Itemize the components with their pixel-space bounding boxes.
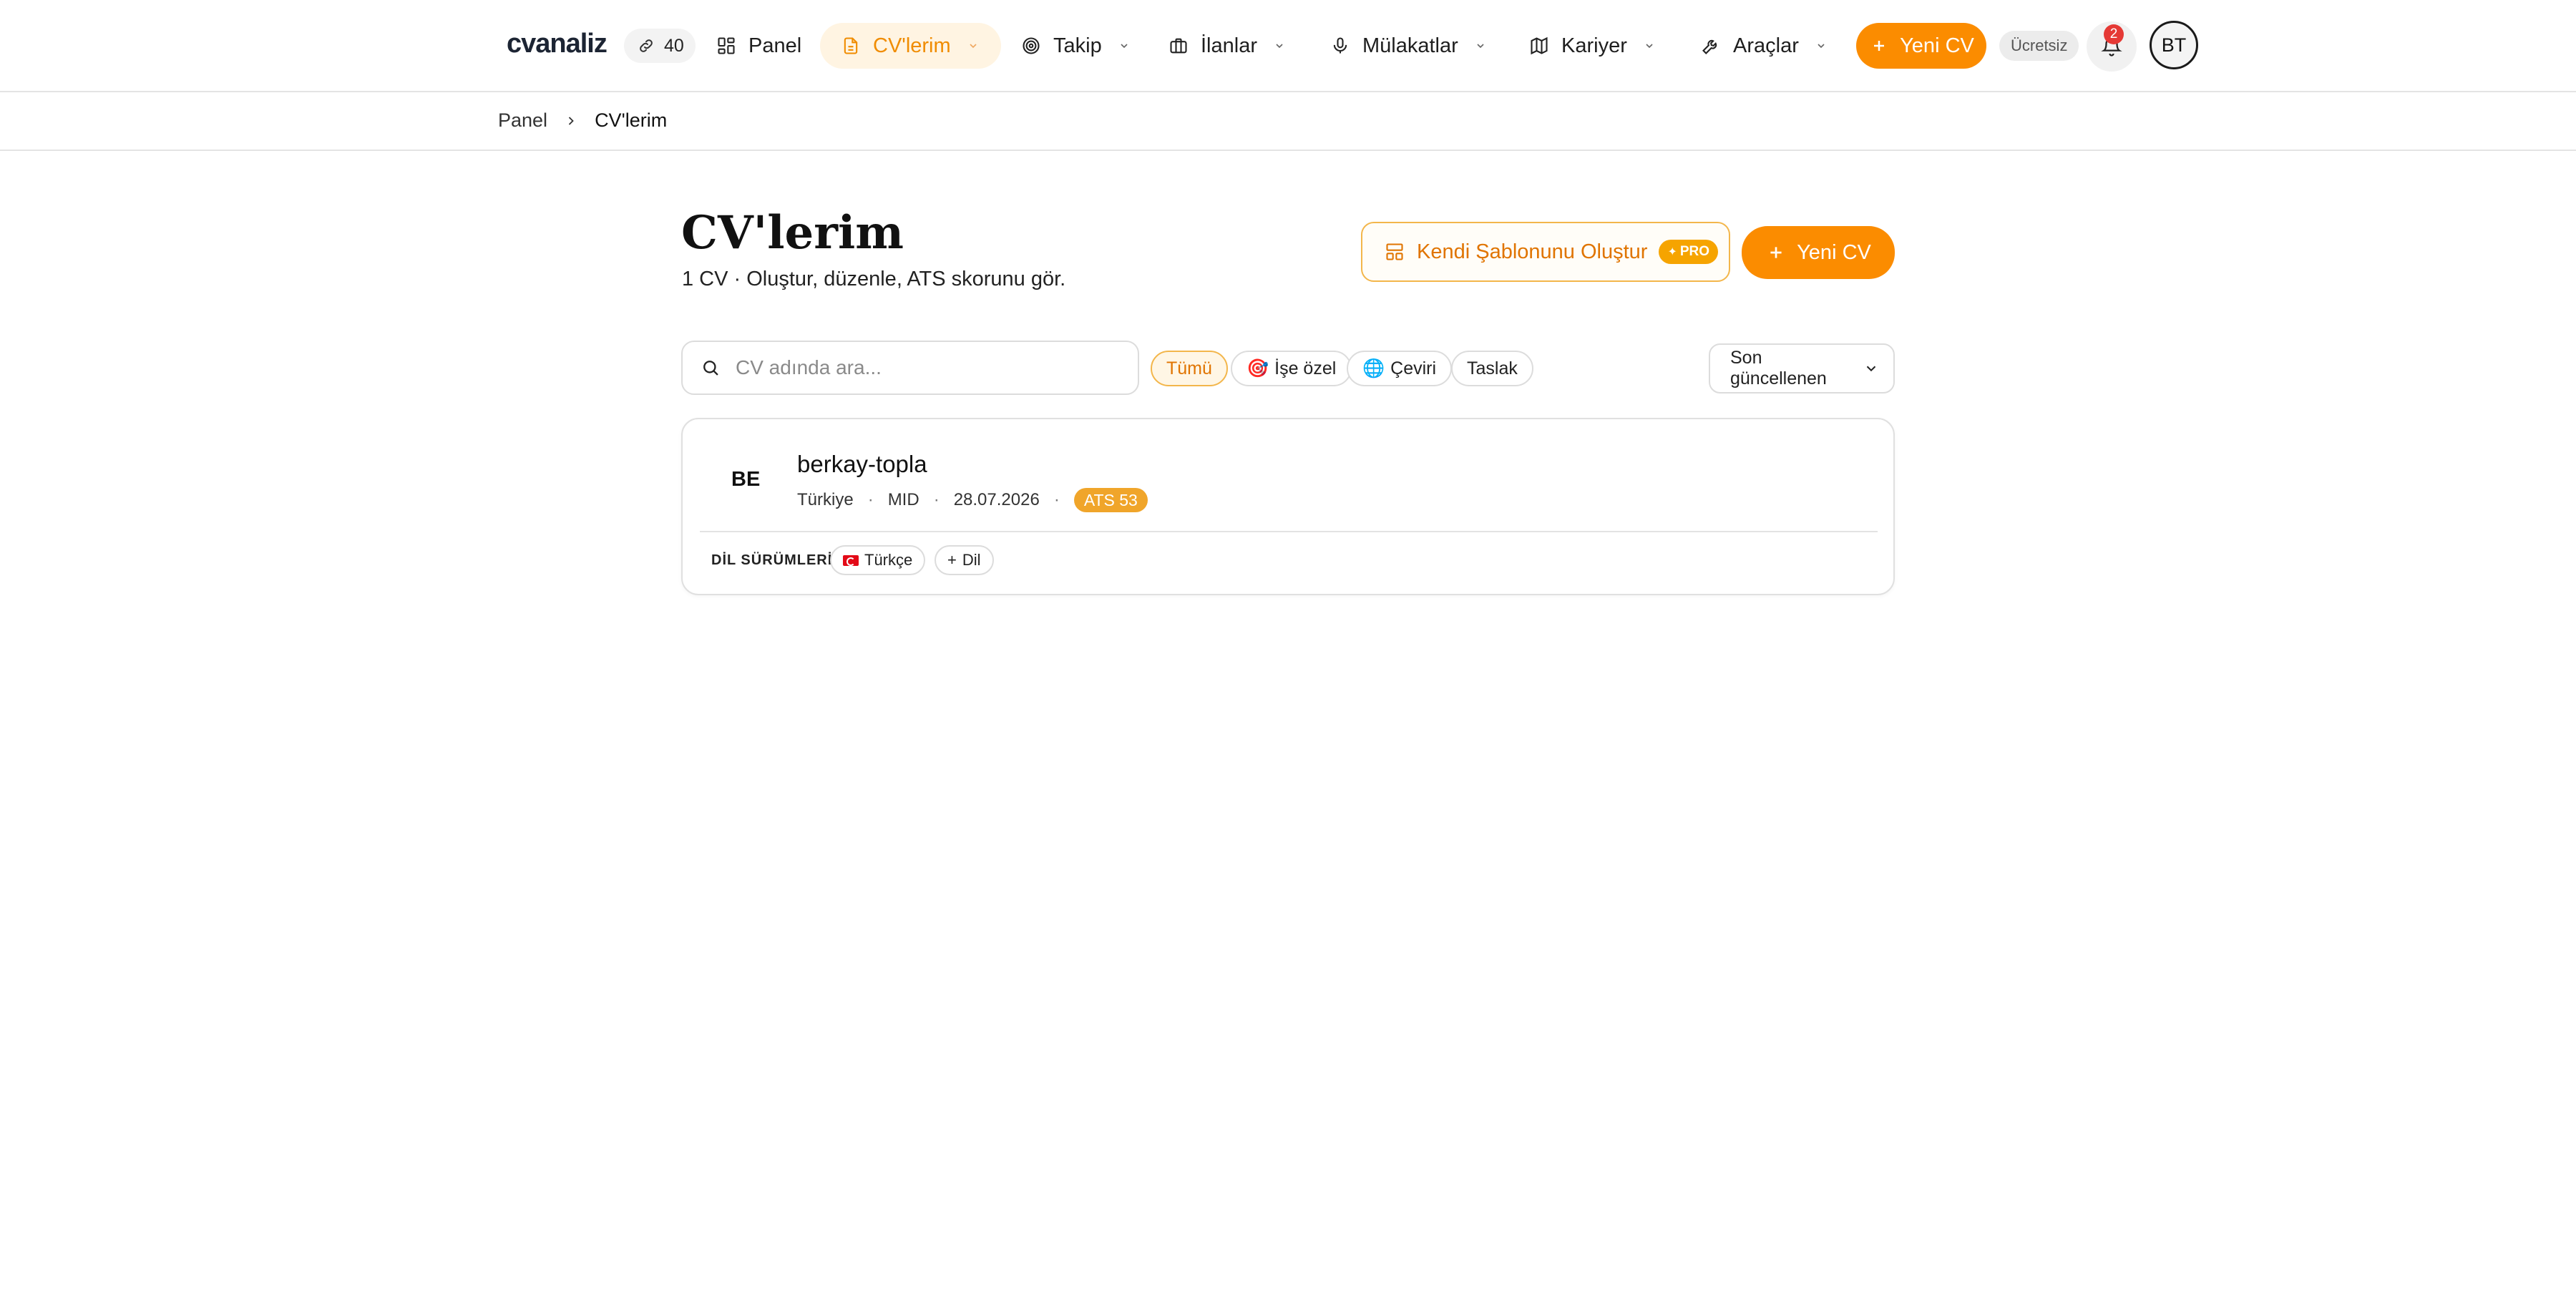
breadcrumb-bar: Panel CV'lerim bbox=[0, 94, 2576, 151]
separator-dot: · bbox=[933, 490, 940, 509]
breadcrumb-current: CV'lerim bbox=[595, 109, 668, 131]
cv-card[interactable]: BE berkay-topla Türkiye · MID · 28.07.20… bbox=[681, 418, 1895, 595]
create-template-label: Kendi Şablonunu Oluştur bbox=[1417, 240, 1648, 263]
pro-badge: ✦ PRO bbox=[1659, 240, 1719, 264]
dashboard-grid-icon bbox=[716, 35, 737, 57]
chevron-down-icon bbox=[965, 38, 981, 54]
new-cv-button-label: Yeni CV bbox=[1797, 240, 1871, 264]
cv-level: MID bbox=[887, 490, 919, 509]
separator-dot: · bbox=[1053, 490, 1060, 509]
nav-cvlerim[interactable]: CV'lerim bbox=[820, 23, 1001, 69]
filter-chip-translation[interactable]: 🌐 Çeviri bbox=[1347, 351, 1453, 386]
ats-score-badge: ATS 53 bbox=[1073, 488, 1148, 512]
nav-panel[interactable]: Panel bbox=[696, 23, 821, 69]
cv-initials: BE bbox=[731, 468, 761, 491]
briefcase-icon bbox=[1168, 35, 1189, 57]
new-cv-button[interactable]: Yeni CV bbox=[1742, 226, 1895, 279]
nav-araclar[interactable]: Araçlar bbox=[1680, 23, 1849, 69]
card-divider bbox=[700, 531, 1878, 532]
pro-badge-label: PRO bbox=[1679, 244, 1710, 259]
breadcrumb-root[interactable]: Panel bbox=[498, 109, 547, 132]
language-versions-label: DİL SÜRÜMLERİ bbox=[711, 552, 833, 568]
nav-takip[interactable]: Takip bbox=[1000, 23, 1152, 69]
language-label: Türkçe bbox=[864, 551, 913, 569]
chevron-down-icon bbox=[1116, 38, 1132, 54]
target-arrow-icon: 🎯 bbox=[1246, 358, 1269, 378]
search-box bbox=[681, 341, 1139, 395]
notification-count-badge: 2 bbox=[2104, 24, 2124, 44]
chip-label: Tümü bbox=[1166, 358, 1212, 378]
separator-dot: · bbox=[867, 490, 874, 509]
cv-meta: Türkiye · MID · 28.07.2026 · ATS 53 bbox=[797, 488, 1148, 512]
nav-label: Takip bbox=[1053, 34, 1102, 57]
plus-icon bbox=[1765, 242, 1787, 263]
filter-chip-draft[interactable]: Taslak bbox=[1451, 351, 1533, 386]
nav-label: CV'lerim bbox=[873, 34, 951, 57]
chip-label: Taslak bbox=[1467, 358, 1518, 378]
chip-label: Çeviri bbox=[1390, 358, 1437, 378]
nav-mulakatlar[interactable]: Mülakatlar bbox=[1309, 23, 1508, 69]
turkey-flag-icon bbox=[843, 554, 859, 566]
microphone-icon bbox=[1330, 35, 1351, 57]
breadcrumb: Panel CV'lerim bbox=[498, 109, 667, 132]
document-icon bbox=[840, 35, 862, 57]
template-layout-icon bbox=[1384, 241, 1405, 263]
plus-icon: + bbox=[947, 551, 957, 569]
nav-label: İlanlar bbox=[1201, 34, 1257, 57]
add-language-button[interactable]: + Dil bbox=[935, 545, 994, 575]
plus-icon bbox=[1868, 35, 1890, 57]
top-navbar: cvanaliz 40 Panel CV'lerim Takip İlanlar… bbox=[0, 0, 2576, 92]
chevron-down-icon bbox=[1861, 358, 1882, 379]
chip-label: İşe özel bbox=[1274, 358, 1337, 378]
chevron-down-icon bbox=[1641, 38, 1657, 54]
search-input[interactable] bbox=[736, 356, 1108, 379]
search-icon bbox=[700, 357, 721, 378]
chevron-right-icon bbox=[560, 110, 582, 132]
filter-chip-all[interactable]: Tümü bbox=[1151, 351, 1228, 386]
add-language-label: Dil bbox=[962, 551, 981, 569]
wrench-icon bbox=[1700, 35, 1722, 57]
sort-value: Son güncellenen bbox=[1730, 348, 1827, 388]
sort-select[interactable]: Son güncellenen bbox=[1709, 343, 1895, 393]
credits-count: 40 bbox=[664, 35, 684, 56]
create-template-button[interactable]: Kendi Şablonunu Oluştur ✦ PRO bbox=[1361, 222, 1730, 282]
language-chip-turkish[interactable]: Türkçe bbox=[830, 545, 926, 575]
new-cv-nav-button[interactable]: Yeni CV bbox=[1856, 23, 1986, 69]
globe-icon: 🌐 bbox=[1362, 358, 1385, 378]
cv-country: Türkiye bbox=[797, 490, 854, 509]
filter-chip-job-specific[interactable]: 🎯 İşe özel bbox=[1231, 351, 1352, 386]
sparkle-icon: ✦ bbox=[1667, 246, 1677, 258]
map-icon bbox=[1528, 35, 1550, 57]
cv-date: 28.07.2026 bbox=[953, 490, 1040, 509]
nav-label: Mülakatlar bbox=[1362, 34, 1458, 57]
nav-label: Araçlar bbox=[1733, 34, 1799, 57]
cv-name[interactable]: berkay-topla bbox=[797, 451, 927, 478]
logo[interactable]: cvanaliz bbox=[507, 29, 608, 59]
target-icon bbox=[1020, 35, 1042, 57]
chevron-down-icon bbox=[1272, 38, 1287, 54]
nav-ilanlar[interactable]: İlanlar bbox=[1148, 23, 1307, 69]
page-subtitle: 1 CV · Oluştur, düzenle, ATS skorunu gör… bbox=[682, 268, 1066, 290]
chevron-down-icon bbox=[1813, 38, 1829, 54]
nav-label: Kariyer bbox=[1561, 34, 1627, 57]
chevron-down-icon bbox=[1473, 38, 1488, 54]
plan-badge: Ücretsiz bbox=[1999, 31, 2079, 61]
link-icon bbox=[635, 35, 657, 57]
nav-label: Panel bbox=[748, 34, 802, 57]
credits-badge[interactable]: 40 bbox=[624, 29, 696, 63]
new-cv-nav-label: Yeni CV bbox=[1900, 34, 1974, 57]
user-avatar[interactable]: BT bbox=[2150, 21, 2198, 69]
nav-kariyer[interactable]: Kariyer bbox=[1508, 23, 1677, 69]
page-title: CV'lerim bbox=[681, 206, 904, 260]
